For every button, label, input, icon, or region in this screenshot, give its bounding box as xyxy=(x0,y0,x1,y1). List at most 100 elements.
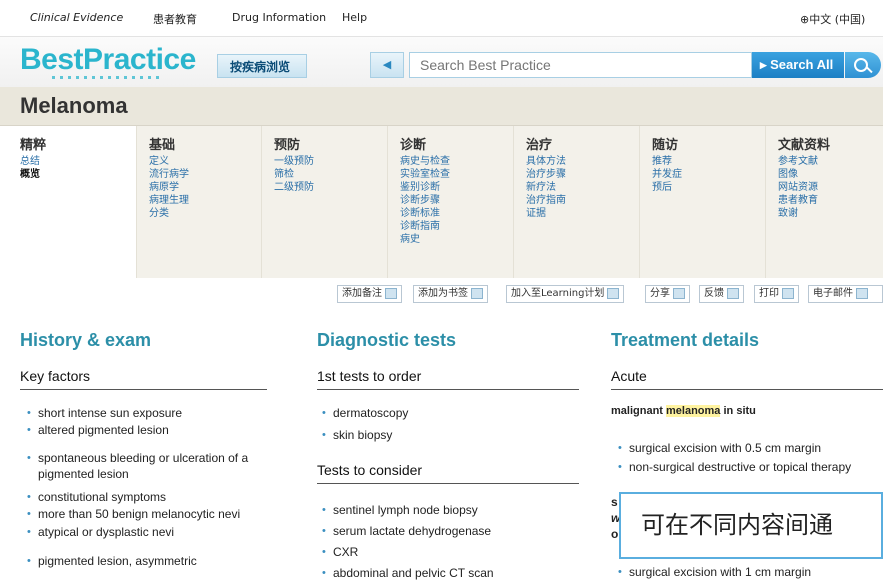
key-factors-subhead: Key factors xyxy=(20,368,267,390)
list-item[interactable]: altered pigmented lesion xyxy=(27,422,169,438)
nav-item[interactable]: 网站资源 xyxy=(778,181,883,194)
search-input[interactable] xyxy=(409,52,752,78)
clipped-text-o: o xyxy=(611,527,619,541)
search-scope-arrow-icon[interactable]: ◀ xyxy=(370,52,404,78)
list-item[interactable]: pigmented lesion, asymmetric xyxy=(27,553,197,569)
search-icon[interactable] xyxy=(845,52,881,78)
nav-item[interactable]: 诊断标准 xyxy=(400,207,513,220)
list-item[interactable]: spontaneous bleeding or ulceration of a … xyxy=(27,450,293,482)
nav-item[interactable]: 推荐 xyxy=(652,155,765,168)
nav-item[interactable]: 治疗指南 xyxy=(526,194,639,207)
nav-item[interactable]: 病史与检查 xyxy=(400,155,513,168)
nav-item[interactable]: 诊断指南 xyxy=(400,220,513,233)
list-item[interactable]: non-surgical destructive or topical ther… xyxy=(618,459,851,475)
nav-item[interactable]: 定义 xyxy=(149,155,261,168)
nav-item[interactable]: 诊断步骤 xyxy=(400,194,513,207)
share-button[interactable]: 分享 xyxy=(645,285,690,303)
bestpractice-logo[interactable]: BestPractice xyxy=(20,43,196,77)
nav-col-highlights: 精粹 总结 概览 xyxy=(0,126,136,278)
list-item[interactable]: more than 50 benign melanocytic nevi xyxy=(27,506,240,522)
nav-col-resources: 文献资料 参考文献 图像 网站资源 患者教育 致谢 xyxy=(765,126,883,278)
help-link[interactable]: Help xyxy=(342,11,367,24)
search-all-button[interactable]: ▸ Search All xyxy=(752,52,844,78)
first-tests-subhead: 1st tests to order xyxy=(317,368,579,390)
nav-head: 治疗 xyxy=(526,138,553,153)
list-item[interactable]: surgical excision with 1 cm margin xyxy=(618,564,811,580)
globe-icon: ⊕ xyxy=(800,13,810,26)
page-title: Melanoma xyxy=(20,93,128,118)
print-button[interactable]: 打印 xyxy=(754,285,799,303)
acute-subhead: Acute xyxy=(611,368,883,390)
note-icon xyxy=(385,287,397,299)
email-button[interactable]: 电子邮件 xyxy=(808,285,883,303)
share-label: 分享 xyxy=(650,288,670,299)
nav-head: 精粹 xyxy=(20,138,47,153)
nav-col-treatment: 治疗 具体方法 治疗步骤 新疗法 治疗指南 证据 xyxy=(513,126,639,278)
nav-item[interactable]: 预后 xyxy=(652,181,765,194)
nav-item[interactable]: 治疗步骤 xyxy=(526,168,639,181)
patient-education-link[interactable]: 患者教育 xyxy=(153,11,197,27)
envelope-icon xyxy=(856,287,868,299)
add-learning-label: 加入至Learning计划 xyxy=(511,288,605,299)
info-popup: 可在不同内容间通 xyxy=(619,492,883,559)
nav-item[interactable]: 患者教育 xyxy=(778,194,883,207)
nav-item[interactable]: 实验室检查 xyxy=(400,168,513,181)
search-all-label: Search All xyxy=(770,57,834,72)
nav-item[interactable]: 具体方法 xyxy=(526,155,639,168)
list-item[interactable]: skin biopsy xyxy=(322,427,392,443)
nav-head: 文献资料 xyxy=(778,138,831,153)
nav-item[interactable]: 一级预防 xyxy=(274,155,387,168)
printer-icon xyxy=(782,287,794,299)
list-item[interactable]: abdominal and pelvic CT scan xyxy=(322,565,494,581)
list-item[interactable]: atypical or dysplastic nevi xyxy=(27,524,174,540)
nav-item[interactable]: 病史 xyxy=(400,233,513,246)
treatment-details-title[interactable]: Treatment details xyxy=(611,330,759,351)
speech-bubble-icon xyxy=(727,287,739,299)
bookmark-icon xyxy=(471,287,483,299)
nav-item[interactable]: 证据 xyxy=(526,207,639,220)
topic-toolbar: 添加备注 添加为书签 加入至Learning计划 分享 反馈 打印 电子邮件 xyxy=(0,285,883,303)
patient-group-label[interactable]: malignant melanoma in situ xyxy=(611,405,756,417)
clinical-evidence-link[interactable]: Clinical Evidence xyxy=(30,11,123,24)
nav-item[interactable]: 筛检 xyxy=(274,168,387,181)
language-selector[interactable]: ⊕中文 (中国) xyxy=(800,11,865,27)
nav-item[interactable]: 流行病学 xyxy=(149,168,261,181)
topic-nav-grid: 精粹 总结 概览 基础 定义 流行病学 病原学 病理生理 分类 预防 一级预防 … xyxy=(0,126,883,278)
diagnostic-tests-title[interactable]: Diagnostic tests xyxy=(317,330,456,351)
nav-item[interactable]: 参考文献 xyxy=(778,155,883,168)
print-label: 打印 xyxy=(759,288,779,299)
logo-dots xyxy=(52,76,162,79)
add-learning-plan-button[interactable]: 加入至Learning计划 xyxy=(506,285,625,303)
nav-item[interactable]: 图像 xyxy=(778,168,883,181)
nav-col-basics: 基础 定义 流行病学 病原学 病理生理 分类 xyxy=(136,126,261,278)
nav-item[interactable]: 二级预防 xyxy=(274,181,387,194)
topic-title-bar: Melanoma xyxy=(0,87,883,126)
nav-head: 预防 xyxy=(274,138,301,153)
browse-by-disease-button[interactable]: 按疾病浏览 xyxy=(217,54,307,78)
drug-information-link[interactable]: Drug Information xyxy=(232,11,326,24)
nav-item-summary[interactable]: 总结 xyxy=(20,155,136,168)
list-item[interactable]: CXR xyxy=(322,544,358,560)
list-item[interactable]: sentinel lymph node biopsy xyxy=(322,502,478,518)
list-item[interactable]: constitutional symptoms xyxy=(27,489,166,505)
tests-to-consider-subhead: Tests to consider xyxy=(317,462,579,484)
list-item[interactable]: short intense sun exposure xyxy=(27,405,182,421)
nav-item[interactable]: 致谢 xyxy=(778,207,883,220)
list-item[interactable]: dermatoscopy xyxy=(322,405,408,421)
feedback-button[interactable]: 反馈 xyxy=(699,285,744,303)
list-item[interactable]: surgical excision with 0.5 cm margin xyxy=(618,440,821,456)
nav-item[interactable]: 鉴别诊断 xyxy=(400,181,513,194)
nav-item[interactable]: 病理生理 xyxy=(149,194,261,207)
add-note-label: 添加备注 xyxy=(342,288,382,299)
nav-item[interactable]: 并发症 xyxy=(652,168,765,181)
nav-item[interactable]: 病原学 xyxy=(149,181,261,194)
nav-col-prevention: 预防 一级预防 筛检 二级预防 xyxy=(261,126,387,278)
add-bookmark-button[interactable]: 添加为书签 xyxy=(413,285,488,303)
nav-item[interactable]: 新疗法 xyxy=(526,181,639,194)
feedback-label: 反馈 xyxy=(704,288,724,299)
nav-item[interactable]: 分类 xyxy=(149,207,261,220)
nav-item-overview[interactable]: 概览 xyxy=(20,168,136,181)
history-exam-title[interactable]: History & exam xyxy=(20,330,151,351)
add-note-button[interactable]: 添加备注 xyxy=(337,285,402,303)
list-item[interactable]: serum lactate dehydrogenase xyxy=(322,523,491,539)
